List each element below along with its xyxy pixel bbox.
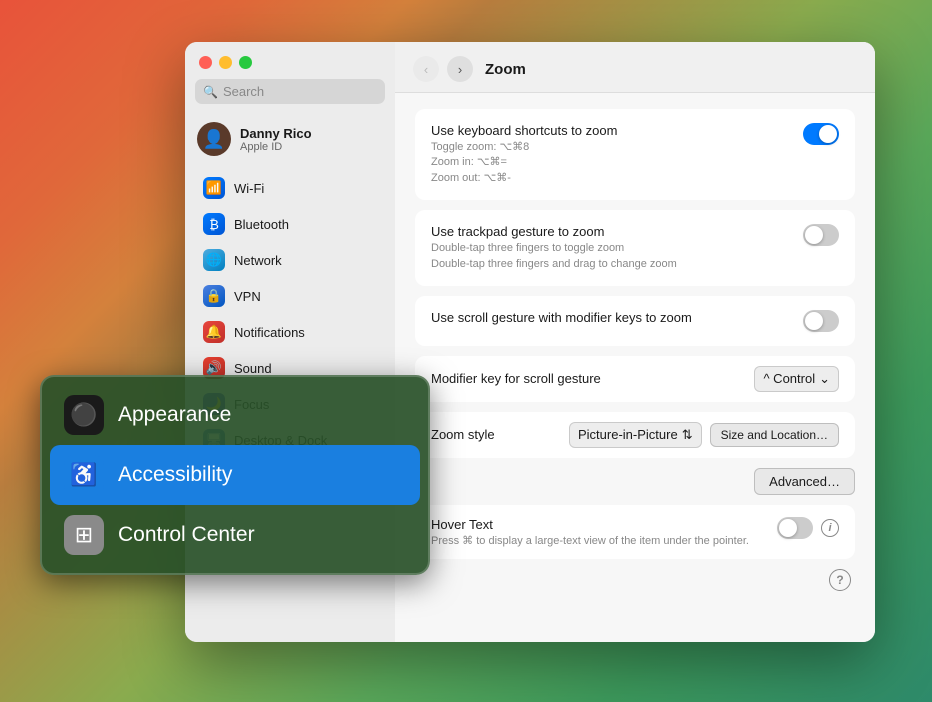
hover-text-label: Hover Text Press ⌘ to display a large-te…	[431, 517, 765, 547]
zoom-style-dropdown[interactable]: Picture-in-Picture ⇅	[569, 422, 702, 448]
modifier-key-chevron-icon: ⌄	[819, 371, 830, 387]
trackpad-gesture-row: Use trackpad gesture to zoom Double-tap …	[415, 210, 855, 286]
trackpad-gesture-label: Use trackpad gesture to zoom Double-tap …	[431, 224, 791, 272]
help-row: ?	[415, 569, 855, 591]
popup-label-appearance: Appearance	[118, 403, 231, 427]
modifier-key-dropdown[interactable]: ^ Control ⌄	[754, 366, 839, 392]
close-button[interactable]	[199, 56, 212, 69]
modifier-key-row: Modifier key for scroll gesture ^ Contro…	[415, 356, 855, 402]
hover-text-controls: i	[777, 517, 839, 539]
popup-item-control-center[interactable]: ⊞ Control Center	[50, 505, 420, 565]
scroll-gesture-label: Use scroll gesture with modifier keys to…	[431, 310, 791, 325]
modifier-key-label: Modifier key for scroll gesture	[431, 371, 601, 386]
keyboard-shortcuts-title: Use keyboard shortcuts to zoom	[431, 123, 791, 138]
appearance-icon: ⚫	[64, 395, 104, 435]
zoom-style-row: Zoom style Picture-in-Picture ⇅ Size and…	[415, 412, 855, 458]
search-icon: 🔍	[203, 85, 218, 99]
keyboard-shortcuts-subtitle: Toggle zoom: ⌥⌘8Zoom in: ⌥⌘=Zoom out: ⌥⌘…	[431, 140, 791, 186]
search-placeholder: Search	[223, 84, 264, 99]
zoom-style-value: Picture-in-Picture	[578, 427, 678, 442]
notifications-icon: 🔔	[203, 321, 225, 343]
vpn-icon: 🔒	[203, 285, 225, 307]
content-area: Use keyboard shortcuts to zoom Toggle zo…	[395, 93, 875, 642]
hover-text-row: Hover Text Press ⌘ to display a large-te…	[415, 505, 855, 559]
popup-item-appearance[interactable]: ⚫ Appearance	[50, 385, 420, 445]
advanced-button[interactable]: Advanced…	[754, 468, 855, 495]
sidebar-label-notifications: Notifications	[234, 325, 305, 340]
popup-label-control-center: Control Center	[118, 523, 255, 547]
scroll-gesture-toggle[interactable]	[803, 310, 839, 332]
popup-item-accessibility[interactable]: ♿ Accessibility	[50, 445, 420, 505]
main-content: ‹ › Zoom Use keyboard shortcuts to zoom …	[395, 42, 875, 642]
scroll-gesture-item: Use scroll gesture with modifier keys to…	[431, 310, 839, 332]
back-icon: ‹	[424, 62, 428, 77]
popup-label-accessibility: Accessibility	[118, 463, 232, 487]
zoom-style-label: Zoom style	[431, 427, 495, 442]
sidebar-label-vpn: VPN	[234, 289, 261, 304]
bluetooth-icon: ₿	[203, 213, 225, 235]
size-location-button[interactable]: Size and Location…	[710, 423, 839, 447]
hover-text-toggle[interactable]	[777, 517, 813, 539]
accessibility-icon: ♿	[64, 455, 104, 495]
minimize-button[interactable]	[219, 56, 232, 69]
trackpad-gesture-item: Use trackpad gesture to zoom Double-tap …	[431, 224, 839, 272]
sidebar-label-wifi: Wi-Fi	[234, 181, 264, 196]
zoom-style-controls: Picture-in-Picture ⇅ Size and Location…	[569, 422, 839, 448]
keyboard-shortcuts-label: Use keyboard shortcuts to zoom Toggle zo…	[431, 123, 791, 186]
sidebar-label-bluetooth: Bluetooth	[234, 217, 289, 232]
hover-text-title: Hover Text	[431, 517, 765, 532]
keyboard-shortcuts-toggle[interactable]	[803, 123, 839, 145]
network-icon: 🌐	[203, 249, 225, 271]
user-info: Danny Rico Apple ID	[240, 126, 312, 153]
sidebar-item-notifications[interactable]: 🔔 Notifications	[191, 315, 389, 349]
keyboard-shortcuts-item: Use keyboard shortcuts to zoom Toggle zo…	[431, 123, 839, 186]
sidebar-item-network[interactable]: 🌐 Network	[191, 243, 389, 277]
zoom-style-arrows-icon: ⇅	[682, 427, 693, 443]
sidebar-label-sound: Sound	[234, 361, 272, 376]
back-button[interactable]: ‹	[413, 56, 439, 82]
traffic-lights	[185, 42, 395, 79]
forward-icon: ›	[458, 62, 462, 77]
search-box[interactable]: 🔍 Search	[195, 79, 385, 104]
scroll-gesture-row: Use scroll gesture with modifier keys to…	[415, 296, 855, 346]
user-name: Danny Rico	[240, 126, 312, 141]
toolbar: ‹ › Zoom	[395, 42, 875, 93]
maximize-button[interactable]	[239, 56, 252, 69]
modifier-key-value: ^ Control	[763, 371, 815, 386]
trackpad-gesture-subtitle: Double-tap three fingers to toggle zoomD…	[431, 241, 791, 272]
help-button[interactable]: ?	[829, 569, 851, 591]
control-center-icon: ⊞	[64, 515, 104, 555]
forward-button[interactable]: ›	[447, 56, 473, 82]
sidebar-popup: ⚫ Appearance ♿ Accessibility ⊞ Control C…	[40, 375, 430, 575]
hover-text-subtitle: Press ⌘ to display a large-text view of …	[431, 534, 765, 547]
wifi-icon: 📶	[203, 177, 225, 199]
sidebar-item-bluetooth[interactable]: ₿ Bluetooth	[191, 207, 389, 241]
trackpad-gesture-toggle[interactable]	[803, 224, 839, 246]
avatar-face: 👤	[203, 129, 225, 150]
sidebar-item-wifi[interactable]: 📶 Wi-Fi	[191, 171, 389, 205]
sidebar-item-vpn[interactable]: 🔒 VPN	[191, 279, 389, 313]
page-title: Zoom	[485, 61, 526, 78]
scroll-gesture-title: Use scroll gesture with modifier keys to…	[431, 310, 791, 325]
hover-text-info-button[interactable]: i	[821, 519, 839, 537]
advanced-row: Advanced…	[415, 468, 855, 495]
trackpad-gesture-title: Use trackpad gesture to zoom	[431, 224, 791, 239]
user-sub: Apple ID	[240, 141, 312, 153]
sidebar-label-network: Network	[234, 253, 282, 268]
avatar: 👤	[197, 122, 231, 156]
user-profile[interactable]: 👤 Danny Rico Apple ID	[185, 114, 395, 164]
keyboard-shortcuts-row: Use keyboard shortcuts to zoom Toggle zo…	[415, 109, 855, 200]
